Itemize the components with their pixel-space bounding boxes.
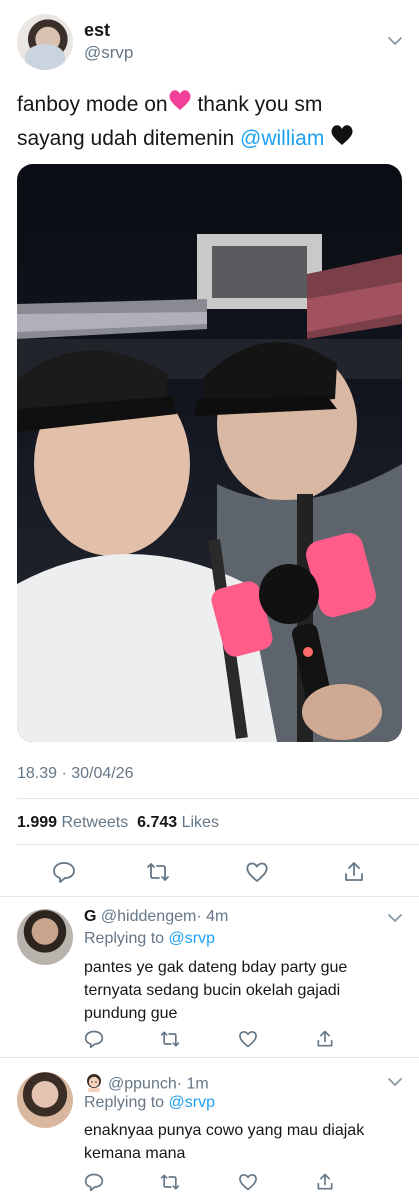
reply-time: · 4m — [196, 908, 229, 925]
mention-link[interactable]: @william — [240, 127, 324, 150]
replying-prefix: Replying to — [84, 930, 169, 947]
reply-author-handle[interactable]: @hiddengem — [101, 908, 196, 925]
avatar[interactable] — [17, 14, 73, 70]
reply-header: G @hiddengem· 4m — [84, 908, 228, 926]
reply-icon[interactable] — [84, 1172, 104, 1192]
replying-prefix: Replying to — [84, 1094, 169, 1111]
reply-text: pantes ye gak dateng bday party gue tern… — [84, 959, 348, 1022]
tweet-text: fanboy mode on thank you sm sayang udah … — [17, 88, 397, 157]
chevron-down-icon[interactable] — [387, 33, 403, 49]
chevron-down-icon[interactable] — [387, 910, 403, 926]
replying-to-handle[interactable]: @srvp — [169, 1094, 215, 1111]
chevron-down-icon[interactable] — [387, 1074, 403, 1090]
reply-author-handle[interactable]: @ppunch — [108, 1076, 177, 1093]
share-icon[interactable] — [315, 1029, 335, 1049]
likes-label[interactable]: Likes — [182, 814, 219, 831]
retweets-count[interactable]: 1.999 — [17, 814, 57, 831]
like-icon[interactable] — [238, 1172, 258, 1192]
tweet-text-part: sayang udah ditemenin — [17, 127, 240, 151]
avatar[interactable] — [17, 1072, 73, 1128]
pink-heart-emoji — [168, 88, 192, 122]
divider — [17, 844, 419, 845]
reply-time: · 1m — [176, 1075, 209, 1093]
reply-author-name[interactable]: G — [84, 908, 96, 925]
tweet-photo[interactable] — [17, 164, 402, 742]
like-icon[interactable] — [245, 860, 269, 884]
likes-count[interactable]: 6.743 — [137, 814, 177, 831]
replying-to-handle[interactable]: @srvp — [169, 930, 215, 947]
photo-illustration — [17, 234, 402, 742]
replying-to: Replying to @srvp — [84, 1094, 215, 1112]
retweet-icon[interactable] — [146, 860, 170, 884]
like-icon[interactable] — [238, 1029, 258, 1049]
retweets-label[interactable]: Retweets — [62, 814, 129, 831]
tweet-actions — [0, 856, 419, 886]
tweet-timestamp: 18.39 · 30/04/26 — [17, 765, 134, 782]
reply-tweet[interactable]: G @hiddengem· 4m Replying to @srvp pante… — [0, 896, 419, 1058]
share-icon[interactable] — [342, 860, 366, 884]
tweet-stats: 1.999 Retweets 6.743 Likes — [17, 814, 219, 832]
black-heart-emoji — [330, 123, 354, 157]
share-icon[interactable] — [315, 1172, 335, 1192]
author-name[interactable]: est — [84, 20, 110, 41]
author-handle[interactable]: @srvp — [84, 43, 133, 63]
tweet-text-part: thank you sm — [191, 93, 323, 116]
retweet-icon[interactable] — [160, 1172, 180, 1192]
avatar[interactable] — [17, 909, 73, 965]
replying-to: Replying to @srvp — [84, 930, 215, 948]
divider — [17, 798, 419, 799]
reply-tweet[interactable]: @ppunch· 1m Replying to @srvp enaknyaa p… — [0, 1058, 419, 1200]
reply-text: enaknyaa punya cowo yang mau diajak kema… — [84, 1122, 365, 1162]
reply-icon[interactable] — [84, 1029, 104, 1049]
retweet-icon[interactable] — [160, 1029, 180, 1049]
reply-icon[interactable] — [52, 860, 76, 884]
tweet-text-part: fanboy mode on — [17, 93, 168, 116]
